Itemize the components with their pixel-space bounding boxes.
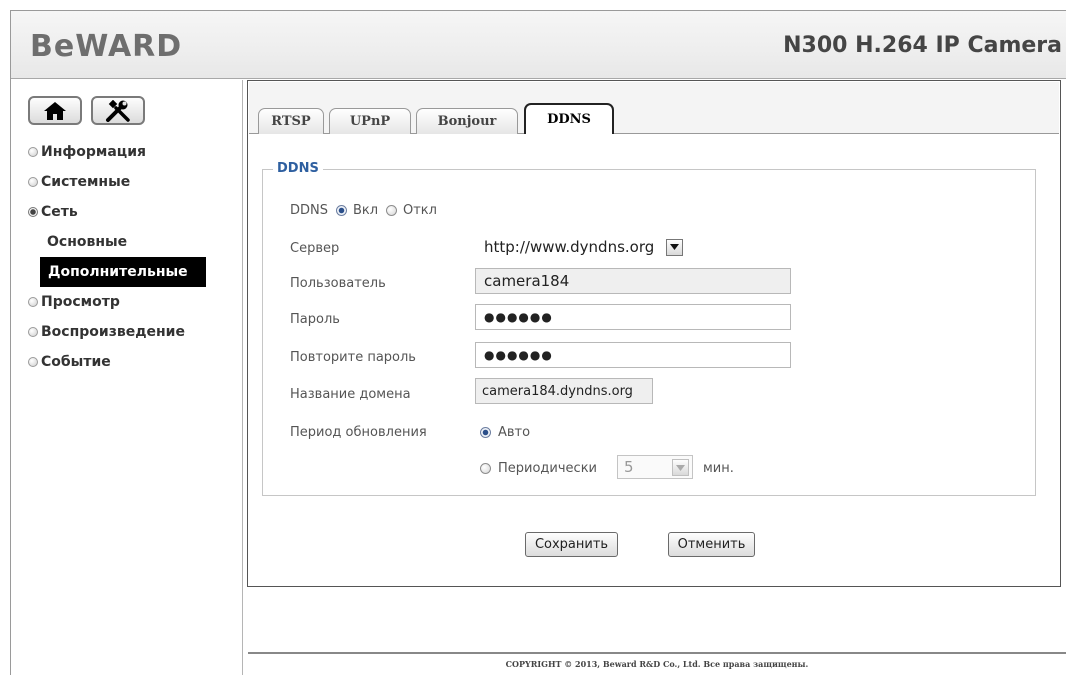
tab-upnp[interactable]: UPnP — [329, 108, 411, 134]
sidebar-item-label: Системные — [41, 174, 131, 190]
menu-bullet-icon — [28, 357, 38, 367]
tab-ddns[interactable]: DDNS — [524, 103, 614, 134]
sidebar-item-system[interactable]: Системные — [28, 167, 206, 197]
copyright-text: COPYRIGHT © 2013, Beward R&D Co., Ltd. В… — [505, 659, 809, 669]
chevron-down-icon[interactable] — [672, 459, 689, 476]
home-icon — [44, 101, 66, 120]
product-title: N300 H.264 IP Camera — [783, 33, 1062, 58]
sidebar-item-playback[interactable]: Воспроизведение — [28, 317, 206, 347]
sidebar-item-label: Сеть — [41, 204, 78, 220]
user-label: Пользователь — [290, 276, 386, 291]
server-label: Сервер — [290, 241, 340, 256]
repeat-password-field[interactable]: ●●●●●● — [475, 342, 791, 368]
domain-field[interactable]: camera184.dyndns.org — [475, 378, 653, 404]
menu-bullet-selected-icon — [28, 207, 38, 217]
password-field[interactable]: ●●●●●● — [475, 304, 791, 330]
fieldset-legend: DDNS — [273, 161, 323, 176]
beward-logo: BeWARD — [30, 29, 183, 64]
content-panel: RTSP UPnP Bonjour DDNS DDNS DDNS Вкл Отк… — [247, 80, 1061, 587]
sidebar-item-label: Просмотр — [41, 294, 120, 310]
ddns-off-radio[interactable] — [386, 205, 397, 216]
period-periodic-label: Периодически — [498, 461, 597, 476]
password-label: Пароль — [290, 312, 340, 327]
chevron-down-icon[interactable] — [666, 238, 684, 256]
minutes-unit-label: мин. — [703, 461, 734, 476]
home-button[interactable] — [28, 96, 82, 125]
update-period-label: Период обновления — [290, 425, 427, 440]
repeat-password-label: Повторите пароль — [290, 350, 416, 365]
sidebar-item-label: Событие — [41, 354, 111, 370]
footer-divider — [248, 652, 1066, 654]
tab-rtsp[interactable]: RTSP — [258, 108, 324, 134]
sidebar-item-event[interactable]: Событие — [28, 347, 206, 377]
period-auto-label: Авто — [498, 425, 531, 440]
ddns-on-radio[interactable] — [336, 205, 347, 216]
sidebar-menu: Информация Системные Сеть Основные Допол… — [28, 137, 206, 377]
sidebar-item-network[interactable]: Сеть — [28, 197, 206, 227]
sidebar-subitem-basic[interactable]: Основные — [28, 227, 206, 257]
menu-bullet-icon — [28, 327, 38, 337]
tab-bar: RTSP UPnP Bonjour DDNS — [249, 82, 1059, 134]
tab-bonjour[interactable]: Bonjour — [416, 108, 518, 134]
menu-bullet-icon — [28, 297, 38, 307]
menu-bullet-icon — [28, 147, 38, 157]
header: BeWARD N300 H.264 IP Camera — [11, 11, 1066, 79]
cancel-button[interactable]: Отменить — [668, 532, 755, 557]
period-auto-radio[interactable] — [480, 427, 491, 438]
sidebar-item-info[interactable]: Информация — [28, 137, 206, 167]
period-periodic-radio[interactable] — [480, 463, 491, 474]
sidebar-item-label: Информация — [41, 144, 146, 160]
menu-bullet-icon — [28, 177, 38, 187]
save-button[interactable]: Сохранить — [525, 532, 618, 557]
ddns-enable-label: DDNS — [290, 203, 328, 218]
server-select[interactable]: http://www.dyndns.org — [484, 234, 684, 260]
ddns-on-label: Вкл — [353, 203, 379, 218]
sidebar-item-view[interactable]: Просмотр — [28, 287, 206, 317]
periodic-minutes-value: 5 — [624, 458, 634, 476]
ddns-off-label: Откл — [403, 203, 437, 218]
server-select-value: http://www.dyndns.org — [484, 238, 655, 256]
user-field[interactable]: camera184 — [475, 268, 791, 294]
periodic-minutes-select[interactable]: 5 — [617, 455, 693, 479]
tools-icon — [106, 99, 130, 122]
domain-label: Название домена — [290, 387, 411, 402]
sidebar-subitem-advanced[interactable]: Дополнительные — [40, 257, 206, 287]
settings-button[interactable] — [91, 96, 145, 125]
sidebar: Информация Системные Сеть Основные Допол… — [11, 80, 243, 675]
ddns-fieldset: DDNS DDNS Вкл Откл Сервер http://www.dyn… — [262, 161, 1036, 496]
sidebar-item-label: Воспроизведение — [41, 324, 185, 340]
